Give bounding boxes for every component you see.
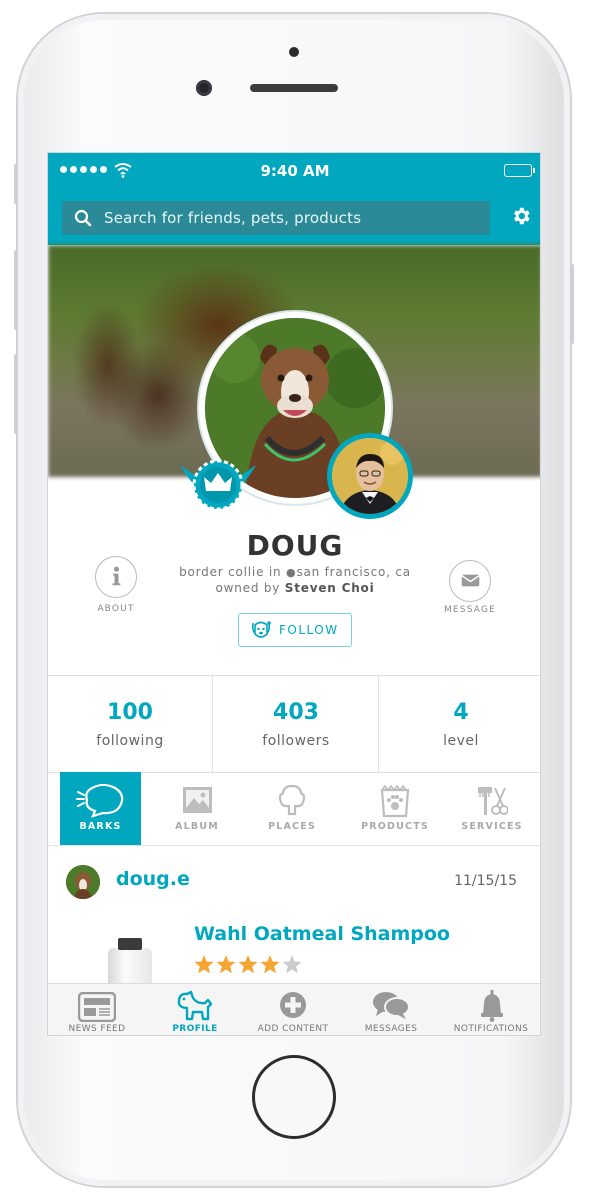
post-username[interactable]: doug.e [116,868,190,890]
volume-up-button [14,250,18,330]
grooming-tools-icon [478,787,508,815]
nav-profile[interactable]: PROFILE [146,984,244,1035]
app-screen: 9:40 AM Search for friends, pets, produc… [47,152,541,1036]
gear-icon[interactable] [510,205,532,227]
dog-icon [177,990,213,1021]
product-title[interactable]: Wahl Oatmeal Shampoo [194,923,450,945]
tree-icon [278,784,306,816]
status-bar: 9:40 AM [48,153,540,189]
tab-album[interactable]: ALBUM [155,772,239,845]
pet-location[interactable]: san francisco, ca [296,565,410,579]
tab-services[interactable]: SERVICES [448,772,536,845]
about-button[interactable] [95,556,137,598]
nav-label: MESSAGES [364,1024,418,1034]
proximity-sensor [289,47,299,57]
post-avatar[interactable] [66,865,100,899]
search-icon [74,209,92,227]
product-rating [194,955,302,974]
tab-products[interactable]: PRODUCTS [348,772,442,845]
bottom-navigation: NEWS FEED PROFILE ADD CONTENT MESSAGES N… [48,983,540,1035]
power-button [570,264,574,344]
nav-notifications[interactable]: NOTIFICATIONS [440,984,540,1035]
star-icon [216,955,236,974]
envelope-icon [460,574,480,587]
top-bar: Search for friends, pets, products [48,189,540,245]
location-pin-icon: ● [286,566,297,579]
tab-label: PRODUCTS [361,821,429,832]
stat-label: following [96,733,164,749]
newspaper-icon [78,992,116,1022]
owner-avatar[interactable] [327,433,413,519]
crown-badge-icon [180,459,256,511]
stat-following[interactable]: 100 following [48,676,212,772]
tab-label: SERVICES [461,821,523,832]
home-button[interactable] [252,1055,336,1139]
dog-food-bag-icon [380,784,410,818]
tab-label: PLACES [268,821,316,832]
battery-icon [504,164,535,177]
mute-switch [14,164,18,204]
status-time: 9:40 AM [260,162,330,180]
search-placeholder: Search for friends, pets, products [104,209,362,227]
stat-followers[interactable]: 403 followers [212,676,379,772]
about-label: ABOUT [97,604,135,614]
tab-places[interactable]: PLACES [248,772,336,845]
star-icon [238,955,258,974]
content-tabs: BARKS ALBUM PLACES PRODUCTS SERVICES [48,772,540,846]
product-image[interactable] [108,938,152,988]
search-input[interactable]: Search for friends, pets, products [62,201,490,235]
earpiece-speaker [250,84,338,92]
nav-label: NOTIFICATIONS [453,1024,529,1034]
nav-label: NEWS FEED [68,1024,126,1034]
nav-messages[interactable]: MESSAGES [342,984,440,1035]
bark-bubble-icon [76,783,124,818]
nav-label: ADD CONTENT [257,1024,329,1034]
message-button[interactable] [449,560,491,602]
star-empty-icon [282,955,302,974]
plus-circle-icon [280,992,306,1018]
owner-name-link[interactable]: Steven Choi [285,581,375,595]
nav-news-feed[interactable]: NEWS FEED [48,984,146,1035]
nav-add-content[interactable]: ADD CONTENT [244,984,342,1035]
stat-value: 4 [453,700,469,725]
follow-button[interactable]: FOLLOW [238,613,352,647]
stats-bar: 100 following 403 followers 4 level [48,675,540,773]
dog-face-icon [251,621,271,638]
tab-barks[interactable]: BARKS [60,772,141,845]
bell-icon [481,990,503,1022]
stat-value: 403 [273,700,319,725]
chat-bubbles-icon [373,992,410,1019]
info-icon [112,566,120,586]
stat-label: followers [262,733,330,749]
star-icon [260,955,280,974]
post-date: 11/15/15 [454,873,517,889]
stat-value: 100 [107,700,153,725]
stat-level[interactable]: 4 level [378,676,540,772]
volume-down-button [14,354,18,434]
photo-icon [183,787,212,813]
stat-label: level [443,733,479,749]
message-label: MESSAGE [443,605,497,615]
star-icon [194,955,214,974]
tab-label: BARKS [79,821,122,832]
post-header: doug.e 11/15/15 [48,845,540,917]
tab-label: ALBUM [175,821,219,832]
front-camera [196,80,212,96]
follow-label: FOLLOW [279,623,339,637]
nav-label: PROFILE [172,1024,218,1034]
